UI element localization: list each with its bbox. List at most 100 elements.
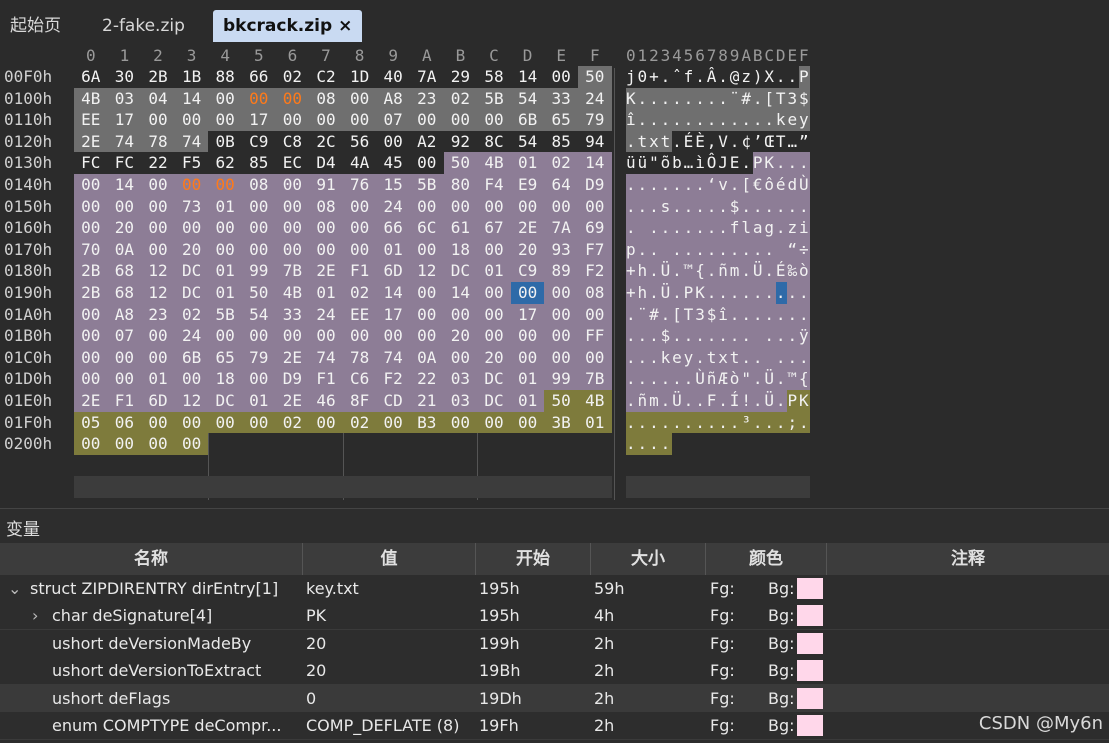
- tab-start-page[interactable]: 起始页: [0, 10, 71, 42]
- hex-byte[interactable]: 20: [107, 217, 142, 239]
- hex-byte[interactable]: 00: [74, 195, 108, 218]
- hex-byte[interactable]: 01: [208, 195, 242, 218]
- ascii-text[interactable]: î............key: [626, 109, 811, 131]
- hex-byte[interactable]: F4: [477, 174, 511, 196]
- hex-byte[interactable]: 02: [275, 411, 310, 434]
- hex-byte[interactable]: 4B: [477, 152, 511, 174]
- hex-byte[interactable]: 6B: [510, 109, 545, 131]
- hex-byte[interactable]: 00: [174, 433, 209, 455]
- hex-byte[interactable]: A2: [410, 130, 444, 153]
- hex-byte[interactable]: 23: [410, 87, 444, 110]
- ascii-text[interactable]: .txt.ÉÈ,V.¢’ŒT…”: [626, 131, 811, 153]
- hex-byte[interactable]: 03: [443, 390, 478, 412]
- hex-byte[interactable]: 04: [141, 87, 175, 110]
- hex-byte[interactable]: 00: [141, 325, 175, 347]
- hex-byte[interactable]: 03: [443, 368, 478, 390]
- hex-byte[interactable]: 24: [174, 325, 209, 347]
- hex-byte[interactable]: 0A: [410, 346, 444, 369]
- hex-byte[interactable]: 54: [510, 130, 545, 153]
- ascii-horizontal-scrollbar[interactable]: [626, 476, 810, 498]
- hex-byte[interactable]: 14: [510, 66, 545, 88]
- hex-byte[interactable]: 67: [477, 217, 511, 239]
- hex-byte[interactable]: 8C: [477, 130, 511, 153]
- hex-byte[interactable]: 00: [141, 433, 175, 455]
- hex-byte[interactable]: 76: [342, 174, 377, 196]
- hex-byte[interactable]: 00: [510, 282, 545, 304]
- hex-byte[interactable]: 00: [510, 325, 545, 347]
- hex-byte[interactable]: 74: [174, 130, 209, 153]
- hex-byte[interactable]: 02: [443, 87, 478, 110]
- hex-byte[interactable]: C6: [342, 368, 377, 390]
- hex-byte[interactable]: 00: [208, 325, 242, 347]
- hex-byte[interactable]: 22: [141, 152, 175, 174]
- hex-byte[interactable]: 00: [477, 303, 511, 326]
- hex-byte[interactable]: 45: [376, 152, 410, 174]
- hex-byte[interactable]: 01: [477, 260, 511, 282]
- hex-byte[interactable]: EE: [342, 303, 377, 326]
- hex-byte[interactable]: DC: [443, 260, 478, 282]
- hex-byte[interactable]: 08: [578, 282, 612, 304]
- hex-byte[interactable]: 2E: [275, 390, 310, 412]
- hex-byte[interactable]: F5: [174, 152, 209, 174]
- ascii-text[interactable]: +h.Ü.™{.ñm.Ü.É‰ò: [626, 260, 811, 282]
- hex-byte[interactable]: 01: [376, 238, 410, 261]
- hex-byte[interactable]: 00: [208, 238, 242, 261]
- ascii-text[interactable]: .¨#.[T3$î.......: [626, 304, 811, 326]
- hex-byte[interactable]: 2C: [309, 130, 343, 153]
- hex-byte[interactable]: 68: [107, 260, 142, 282]
- hex-byte[interactable]: F1: [107, 390, 142, 412]
- hex-byte[interactable]: 29: [443, 66, 478, 88]
- hex-byte[interactable]: 23: [141, 303, 175, 326]
- hex-byte[interactable]: 00: [242, 325, 276, 347]
- hex-byte[interactable]: 00: [208, 87, 242, 110]
- hex-byte[interactable]: 2E: [74, 390, 108, 412]
- hex-byte[interactable]: 03: [107, 87, 142, 110]
- hex-byte[interactable]: F1: [342, 260, 377, 282]
- hex-byte[interactable]: 40: [376, 66, 410, 88]
- hex-byte[interactable]: 00: [208, 174, 242, 196]
- hex-byte[interactable]: 00: [174, 109, 209, 131]
- ascii-text[interactable]: .......‘v.[€ôédÙ: [626, 174, 811, 196]
- hex-byte[interactable]: 78: [141, 130, 175, 153]
- hex-byte[interactable]: 1B: [174, 66, 209, 88]
- hex-byte[interactable]: 00: [74, 303, 108, 326]
- hex-byte[interactable]: 00: [578, 303, 612, 326]
- table-row[interactable]: ushort deFlags 0 19Dh 2h Fg: Bg:: [0, 684, 1109, 713]
- bg-color-swatch[interactable]: [797, 687, 823, 709]
- hex-byte[interactable]: 54: [510, 87, 545, 110]
- hex-byte[interactable]: 74: [376, 346, 410, 369]
- table-row[interactable]: ⌄ struct ZIPDIRENTRY dirEntry[1] key.txt 19…: [0, 575, 1109, 603]
- hex-byte[interactable]: 00: [477, 325, 511, 347]
- hex-byte[interactable]: 01: [578, 411, 612, 434]
- hex-byte[interactable]: 99: [242, 260, 276, 282]
- hex-byte[interactable]: 00: [141, 217, 175, 239]
- hex-byte[interactable]: 00: [443, 109, 478, 131]
- hex-byte[interactable]: 79: [578, 109, 612, 131]
- hex-byte[interactable]: 00: [309, 238, 343, 261]
- hex-byte[interactable]: 00: [443, 303, 478, 326]
- hex-byte[interactable]: 00: [544, 66, 578, 88]
- hex-byte[interactable]: 05: [74, 411, 108, 434]
- ascii-text[interactable]: . .......flag.zi: [626, 217, 811, 239]
- hex-horizontal-scrollbar[interactable]: [74, 476, 612, 498]
- bg-color-swatch[interactable]: [797, 660, 823, 682]
- hex-byte[interactable]: 12: [410, 260, 444, 282]
- hex-byte[interactable]: 00: [107, 346, 142, 369]
- hex-byte[interactable]: A8: [376, 87, 410, 110]
- hex-byte[interactable]: 00: [309, 109, 343, 131]
- hex-byte[interactable]: 4B: [275, 282, 310, 304]
- hex-byte[interactable]: 00: [275, 238, 310, 261]
- hex-byte[interactable]: 4B: [74, 87, 108, 110]
- hex-byte[interactable]: 89: [544, 260, 578, 282]
- hex-byte[interactable]: 02: [544, 152, 578, 174]
- hex-byte[interactable]: EC: [275, 152, 310, 174]
- hex-byte[interactable]: 21: [410, 390, 444, 412]
- hex-byte[interactable]: DC: [208, 390, 242, 412]
- hex-byte[interactable]: 00: [544, 282, 578, 304]
- hex-byte[interactable]: 20: [510, 238, 545, 261]
- table-row[interactable]: enum COMPTYPE deCompr... COMP_DEFLATE (8)…: [0, 712, 1109, 740]
- hex-byte[interactable]: 00: [74, 368, 108, 390]
- hex-byte[interactable]: F2: [376, 368, 410, 390]
- hex-byte[interactable]: A8: [107, 303, 142, 326]
- hex-byte[interactable]: EE: [74, 109, 108, 131]
